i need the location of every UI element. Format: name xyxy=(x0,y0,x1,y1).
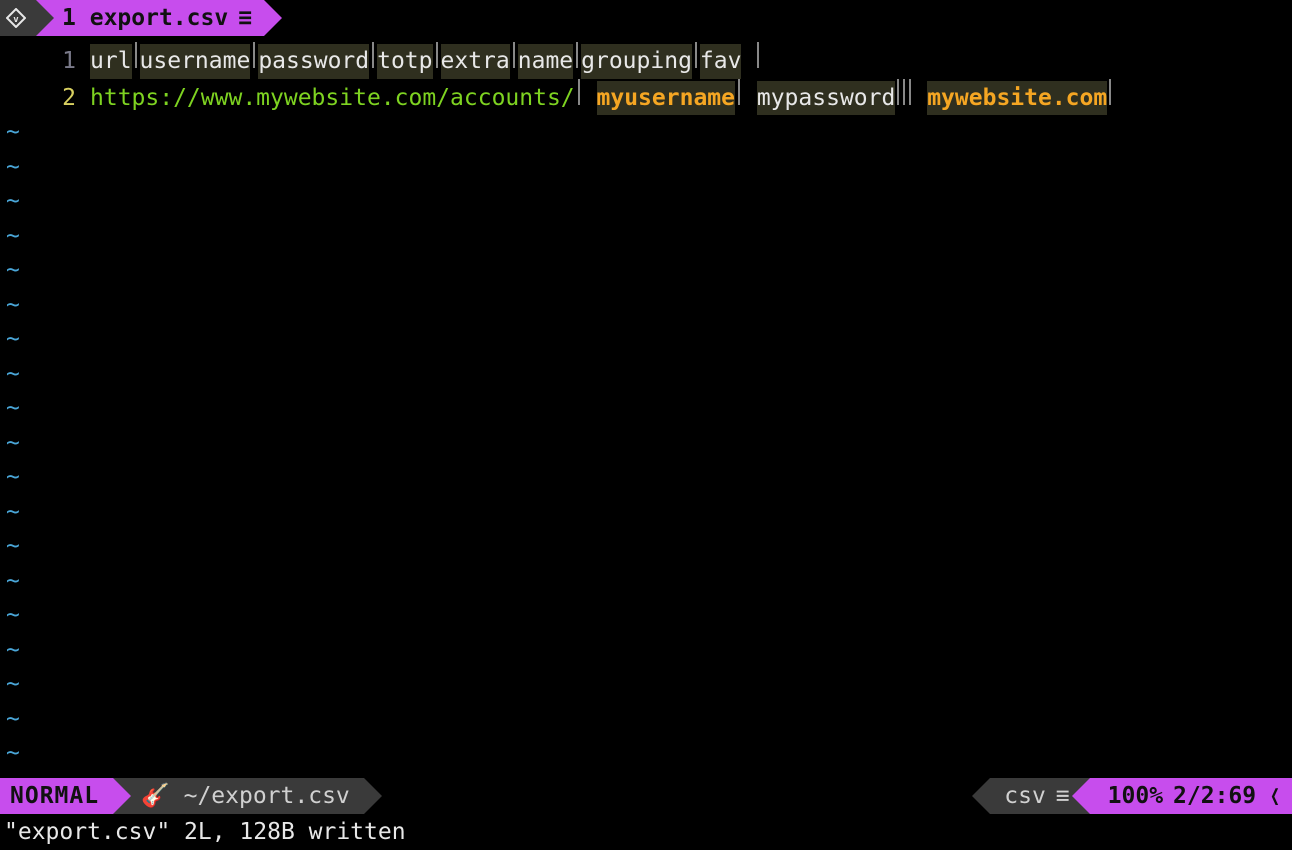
line-col: 2/2:69 xyxy=(1173,779,1256,814)
mode-label: NORMAL xyxy=(10,779,99,814)
csv-separator-icon xyxy=(903,79,905,105)
hamburger-icon: ≡ xyxy=(1056,779,1070,814)
csv-separator-icon xyxy=(1109,79,1111,105)
tilde-marker: ~ xyxy=(0,219,20,254)
tilde-marker: ~ xyxy=(0,426,20,461)
filetype-label: csv xyxy=(1004,779,1046,814)
empty-line: ~ xyxy=(0,736,1292,771)
guitar-icon: 🎸 xyxy=(141,779,170,814)
command-message: "export.csv" 2L, 128B written xyxy=(4,815,406,850)
csv-cell: mypassword xyxy=(757,81,895,116)
csv-separator-icon xyxy=(135,42,137,68)
line-content: urlusernamepasswordtotp extranamegrouping… xyxy=(90,42,761,79)
tilde-marker: ~ xyxy=(0,667,20,702)
tilde-marker: ~ xyxy=(0,633,20,668)
command-line[interactable]: "export.csv" 2L, 128B written xyxy=(0,814,1292,850)
empty-line: ~ xyxy=(0,426,1292,461)
empty-line: ~ xyxy=(0,667,1292,702)
csv-separator-icon xyxy=(576,42,578,68)
vim-logo-icon: v xyxy=(0,0,36,36)
empty-line: ~ xyxy=(0,633,1292,668)
empty-line: ~ xyxy=(0,150,1292,185)
tilde-marker: ~ xyxy=(0,529,20,564)
empty-line: ~ xyxy=(0,529,1292,564)
tab-index: 1 xyxy=(62,1,76,36)
hamburger-icon: ≡ xyxy=(238,1,252,36)
csv-separator-icon xyxy=(513,42,515,68)
statusline-spacer xyxy=(364,778,990,814)
tilde-marker: ~ xyxy=(0,460,20,495)
csv-separator-icon xyxy=(253,42,255,68)
line-number: 2 xyxy=(0,81,90,116)
csv-separator-icon xyxy=(757,42,759,68)
empty-line: ~ xyxy=(0,253,1292,288)
tilde-marker: ~ xyxy=(0,150,20,185)
tilde-marker: ~ xyxy=(0,322,20,357)
empty-line: ~ xyxy=(0,357,1292,392)
csv-separator-icon xyxy=(372,42,374,68)
tilde-marker: ~ xyxy=(0,253,20,288)
empty-line: ~ xyxy=(0,495,1292,530)
csv-separator-icon xyxy=(436,42,438,68)
empty-line: ~ xyxy=(0,288,1292,323)
csv-separator-icon xyxy=(738,79,740,105)
csv-cell: extra xyxy=(441,44,510,79)
csv-separator-icon xyxy=(695,42,697,68)
code-line[interactable]: 1urlusernamepasswordtotp extranamegroupin… xyxy=(0,42,1292,79)
position-segment: 100% 2/2:69 ❮ xyxy=(1090,778,1292,814)
empty-line: ~ xyxy=(0,702,1292,737)
tilde-marker: ~ xyxy=(0,357,20,392)
csv-cell: totp xyxy=(377,44,432,79)
tab-active[interactable]: 1 export.csv ≡ xyxy=(36,0,264,36)
csv-separator-icon xyxy=(578,79,580,105)
tilde-marker: ~ xyxy=(0,115,20,150)
tilde-marker: ~ xyxy=(0,564,20,599)
chevron-left-icon: ❮ xyxy=(1270,779,1280,814)
vim-diamond-icon: v xyxy=(6,8,26,28)
editor-screen: v 1 export.csv ≡ 1urlusernamepasswordtot… xyxy=(0,0,1292,850)
file-path-segment: 🎸 ~/export.csv xyxy=(113,778,364,814)
csv-cell: password xyxy=(258,44,369,79)
csv-separator-icon xyxy=(909,79,911,105)
file-path: ~/export.csv xyxy=(184,779,350,814)
empty-line: ~ xyxy=(0,184,1292,219)
empty-line: ~ xyxy=(0,598,1292,633)
tilde-marker: ~ xyxy=(0,184,20,219)
code-line[interactable]: 2https://www.mywebsite.com/accounts/ myu… xyxy=(0,79,1292,116)
line-content: https://www.mywebsite.com/accounts/ myus… xyxy=(90,79,1113,116)
csv-cell: https://www.mywebsite.com/accounts/ xyxy=(90,81,575,116)
tilde-marker: ~ xyxy=(0,598,20,633)
tilde-marker: ~ xyxy=(0,702,20,737)
csv-cell: fav xyxy=(700,44,742,79)
tab-filename: export.csv xyxy=(90,1,228,36)
mode-indicator: NORMAL xyxy=(0,778,113,814)
csv-cell: myusername xyxy=(597,81,735,116)
csv-cell: mywebsite.com xyxy=(927,81,1107,116)
line-number: 1 xyxy=(0,44,90,79)
status-line: NORMAL 🎸 ~/export.csv csv ≡ 100% 2/2:69 … xyxy=(0,778,1292,814)
tilde-marker: ~ xyxy=(0,391,20,426)
tab-bar: v 1 export.csv ≡ xyxy=(0,0,1292,36)
empty-line: ~ xyxy=(0,460,1292,495)
csv-cell: url xyxy=(90,44,132,79)
svg-text:v: v xyxy=(13,15,19,25)
csv-cell: name xyxy=(518,44,573,79)
empty-line: ~ xyxy=(0,219,1292,254)
empty-line: ~ xyxy=(0,115,1292,150)
empty-line: ~ xyxy=(0,391,1292,426)
editor-body[interactable]: 1urlusernamepasswordtotp extranamegroupin… xyxy=(0,36,1292,778)
tilde-marker: ~ xyxy=(0,288,20,323)
csv-cell: username xyxy=(140,44,251,79)
scroll-percent: 100% xyxy=(1108,779,1163,814)
empty-line: ~ xyxy=(0,564,1292,599)
empty-line: ~ xyxy=(0,322,1292,357)
tilde-marker: ~ xyxy=(0,495,20,530)
csv-cell: grouping xyxy=(581,44,692,79)
tilde-marker: ~ xyxy=(0,736,20,771)
csv-separator-icon xyxy=(897,79,899,105)
